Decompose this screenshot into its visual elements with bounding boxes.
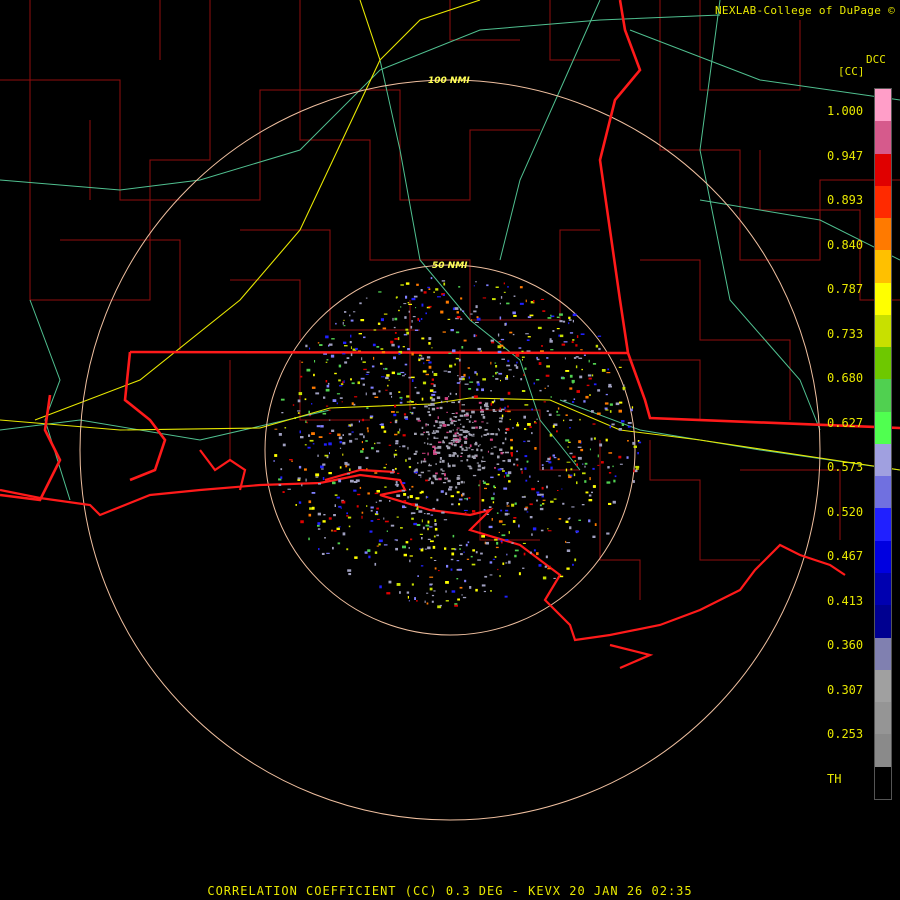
range-ring-label-50: 50 NMI [432,261,468,271]
color-scale-swatch [875,734,891,767]
scale-tick-label: 0.253 [827,727,864,741]
color-scale-bar [874,88,892,800]
scale-tick-label: 0.360 [827,638,864,652]
scale-tick-label: 0.947 [827,148,864,163]
scale-tick-label: 0.307 [827,682,864,697]
color-scale-swatch [875,476,891,509]
color-scale-swatch [875,89,891,122]
color-scale-swatch [875,411,891,444]
scale-tick-label: 0.573 [827,460,864,474]
color-scale-swatch [875,572,891,606]
color-scale-swatch [875,540,891,573]
color-scale-swatch [875,347,891,380]
color-scale-swatch [875,379,891,412]
scale-tick-label: 0.787 [827,282,864,296]
color-scale-swatch [875,218,891,251]
color-scale-swatch [875,121,891,154]
color-scale-swatch [875,314,891,348]
scale-tick-label: 0.627 [827,415,864,430]
color-scale-swatch [875,508,891,541]
scale-tick-label: 0.840 [827,237,864,252]
color-scale-swatch [875,185,891,219]
radar-map: 50 NMI 100 NMI [0,0,900,900]
product-caption: CORRELATION COEFFICIENT (CC) 0.3 DEG - K… [207,884,693,898]
color-scale-swatch [875,282,891,315]
scale-tick-label: 0.520 [827,504,864,519]
scale-tick-label: 0.467 [827,549,864,563]
scale-tick-label: 0.893 [827,193,864,207]
scale-tick-label: 0.413 [827,593,864,608]
scale-unit-label: [CC] [838,65,865,78]
scale-tick-label: TH [827,771,842,786]
color-scale-swatch [875,637,891,670]
color-scale-swatch [875,153,891,186]
color-scale-swatch [875,443,891,477]
range-ring-label-100: 100 NMI [428,76,470,86]
credit-text: NEXLAB-College of DuPage © [715,4,895,17]
scale-tick-label: 0.680 [827,371,864,385]
color-scale-swatch [875,250,891,283]
scale-tick-label: 1.000 [827,104,864,118]
site-label: DCC [866,53,886,66]
color-scale-swatch [875,669,891,703]
color-scale-swatch [875,605,891,638]
color-scale-swatch [875,766,891,799]
color-scale-swatch [875,702,891,735]
scale-tick-label: 0.733 [827,326,864,341]
